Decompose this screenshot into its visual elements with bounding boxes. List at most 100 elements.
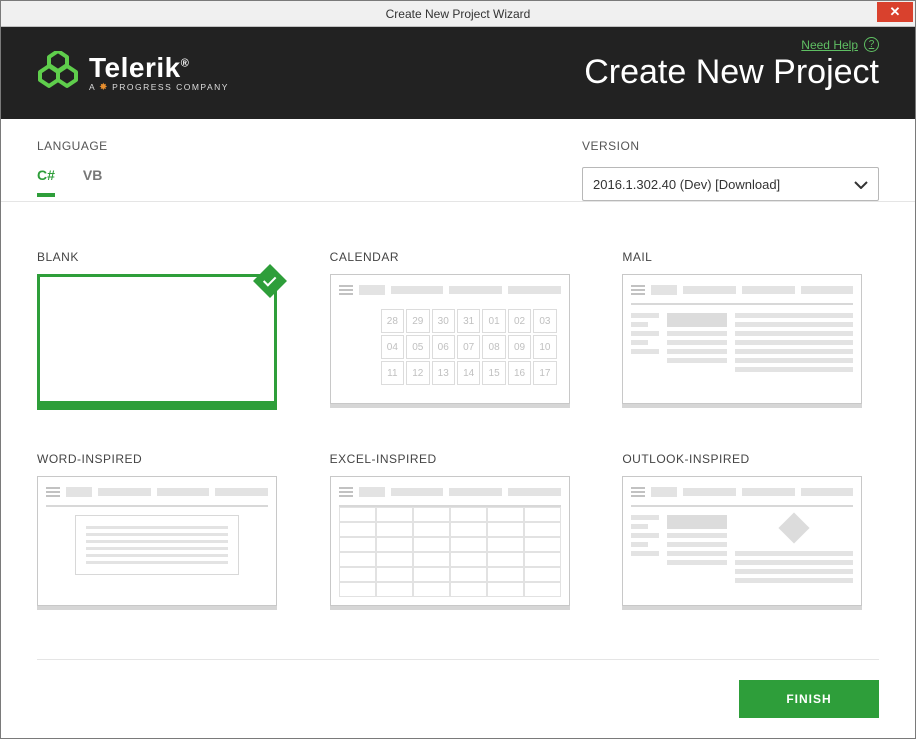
wizard-window: Create New Project Wizard ✕ Telerik® A✸P… [0, 0, 916, 739]
spreadsheet-cell [450, 582, 487, 597]
template-card-mail[interactable] [622, 274, 862, 404]
preview-thumbnail: 2829303101020304050607080910111213141516… [339, 283, 561, 395]
controls-row: LANGUAGE C# VB VERSION 2016.1.302.40 (De… [1, 119, 915, 202]
help-icon: ? [864, 37, 879, 52]
preview-thumbnail [631, 283, 853, 395]
template-word: WORD-INSPIRED [37, 452, 277, 606]
template-mail: MAIL [622, 250, 862, 404]
spreadsheet-cell [339, 552, 376, 567]
calendar-cell: 15 [482, 361, 505, 385]
version-group: VERSION 2016.1.302.40 (Dev) [Download] [582, 139, 879, 201]
spreadsheet-cell [339, 507, 376, 522]
finish-button[interactable]: FINISH [739, 680, 879, 718]
titlebar: Create New Project Wizard ✕ [1, 1, 915, 27]
telerik-mark-icon [37, 51, 79, 93]
spreadsheet-cell [413, 507, 450, 522]
version-select[interactable]: 2016.1.302.40 (Dev) [Download] [582, 167, 879, 201]
version-label: VERSION [582, 139, 879, 153]
template-card-word[interactable] [37, 476, 277, 606]
spreadsheet-cell [487, 522, 524, 537]
spreadsheet-cell [413, 552, 450, 567]
help-label: Need Help [801, 38, 858, 52]
spreadsheet-cell [524, 567, 561, 582]
spreadsheet-cell [450, 507, 487, 522]
calendar-cell: 11 [381, 361, 404, 385]
spreadsheet-cell [524, 582, 561, 597]
chevron-down-icon [854, 176, 868, 192]
window-title: Create New Project Wizard [1, 7, 915, 21]
spreadsheet-cell [376, 522, 413, 537]
spreadsheet-cell [376, 552, 413, 567]
brand-text: Telerik® A✸PROGRESS COMPANY [89, 52, 229, 93]
close-button[interactable]: ✕ [877, 2, 913, 22]
calendar-cell: 29 [406, 309, 429, 333]
spreadsheet-cell [524, 537, 561, 552]
template-card-calendar[interactable]: 2829303101020304050607080910111213141516… [330, 274, 570, 404]
calendar-cell: 02 [508, 309, 531, 333]
selected-check-icon [253, 264, 287, 298]
template-blank: BLANK [37, 250, 277, 404]
spreadsheet-cell [376, 567, 413, 582]
calendar-cell: 03 [533, 309, 556, 333]
calendar-cell: 08 [482, 335, 505, 359]
template-outlook: OUTLOOK-INSPIRED [622, 452, 862, 606]
spreadsheet-cell [376, 537, 413, 552]
template-card-excel[interactable] [330, 476, 570, 606]
spreadsheet-cell [450, 552, 487, 567]
spreadsheet-cell [524, 507, 561, 522]
spreadsheet-cell [339, 522, 376, 537]
calendar-cell: 01 [482, 309, 505, 333]
calendar-cell: 16 [508, 361, 531, 385]
language-group: LANGUAGE C# VB [37, 139, 502, 201]
templates-grid: BLANK CALENDAR 2829303101020304050607080… [1, 202, 915, 626]
brand-word: Telerik® [89, 52, 229, 84]
spreadsheet-cell [487, 582, 524, 597]
spreadsheet-cell [450, 522, 487, 537]
preview-thumbnail [339, 485, 561, 597]
template-label: BLANK [37, 250, 277, 264]
calendar-cell: 09 [508, 335, 531, 359]
page-title: Create New Project [584, 53, 879, 92]
calendar-cell: 31 [457, 309, 480, 333]
spreadsheet-cell [487, 552, 524, 567]
header: Telerik® A✸PROGRESS COMPANY Create New P… [1, 27, 915, 119]
template-label: MAIL [622, 250, 862, 264]
template-label: OUTLOOK-INSPIRED [622, 452, 862, 466]
language-label: LANGUAGE [37, 139, 502, 153]
template-label: WORD-INSPIRED [37, 452, 277, 466]
calendar-cell: 07 [457, 335, 480, 359]
spreadsheet-cell [524, 522, 561, 537]
template-excel: EXCEL-INSPIRED [330, 452, 570, 606]
spreadsheet-cell [376, 582, 413, 597]
version-selected-value: 2016.1.302.40 (Dev) [Download] [593, 177, 780, 192]
template-card-outlook[interactable] [622, 476, 862, 606]
calendar-cell: 17 [533, 361, 556, 385]
calendar-cell: 04 [381, 335, 404, 359]
calendar-cell: 14 [457, 361, 480, 385]
calendar-cell: 10 [533, 335, 556, 359]
need-help-link[interactable]: Need Help ? [801, 37, 879, 52]
spreadsheet-cell [376, 507, 413, 522]
language-tabs: C# VB [37, 167, 502, 197]
spreadsheet-cell [450, 537, 487, 552]
spreadsheet-cell [487, 567, 524, 582]
spreadsheet-cell [487, 537, 524, 552]
tab-vb[interactable]: VB [83, 167, 102, 197]
preview-thumbnail [631, 485, 853, 597]
template-label: EXCEL-INSPIRED [330, 452, 570, 466]
calendar-cell: 28 [381, 309, 404, 333]
template-card-blank[interactable] [37, 274, 277, 404]
spreadsheet-cell [487, 507, 524, 522]
footer: FINISH [37, 659, 879, 738]
spreadsheet-cell [413, 567, 450, 582]
calendar-cell: 12 [406, 361, 429, 385]
close-icon: ✕ [890, 4, 901, 20]
spreadsheet-cell [524, 552, 561, 567]
calendar-cell: 05 [406, 335, 429, 359]
spreadsheet-cell [339, 582, 376, 597]
spreadsheet-cell [339, 537, 376, 552]
tab-csharp[interactable]: C# [37, 167, 55, 197]
template-label: CALENDAR [330, 250, 570, 264]
template-calendar: CALENDAR 2829303101020304050607080910111… [330, 250, 570, 404]
spreadsheet-cell [339, 567, 376, 582]
